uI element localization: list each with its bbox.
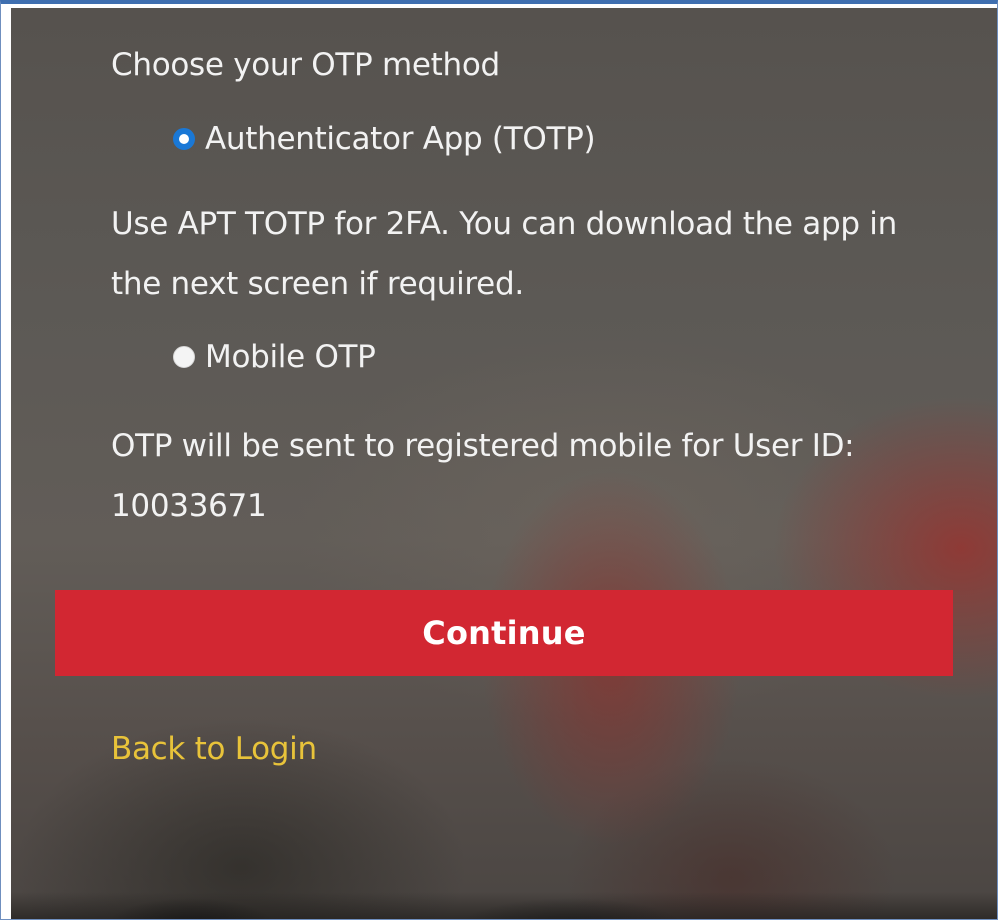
continue-button[interactable]: Continue xyxy=(55,590,953,676)
radio-unchecked-icon[interactable] xyxy=(173,346,195,368)
mobile-otp-description: OTP will be sent to registered mobile fo… xyxy=(111,428,855,524)
otp-method-title: Choose your OTP method xyxy=(111,47,500,83)
background-image-strip xyxy=(11,892,997,919)
mobile-otp-option-label: Mobile OTP xyxy=(205,339,376,375)
totp-description: Use APT TOTP for 2FA. You can download t… xyxy=(111,206,897,302)
totp-option-label: Authenticator App (TOTP) xyxy=(205,121,596,157)
back-to-login-link[interactable]: Back to Login xyxy=(111,728,317,770)
otp-method-panel: Choose your OTP method Authenticator App… xyxy=(11,8,997,919)
window-frame: Choose your OTP method Authenticator App… xyxy=(0,0,998,920)
totp-option[interactable]: Authenticator App (TOTP) xyxy=(173,118,596,160)
radio-checked-icon[interactable] xyxy=(173,128,195,150)
mobile-otp-option[interactable]: Mobile OTP xyxy=(173,336,376,378)
